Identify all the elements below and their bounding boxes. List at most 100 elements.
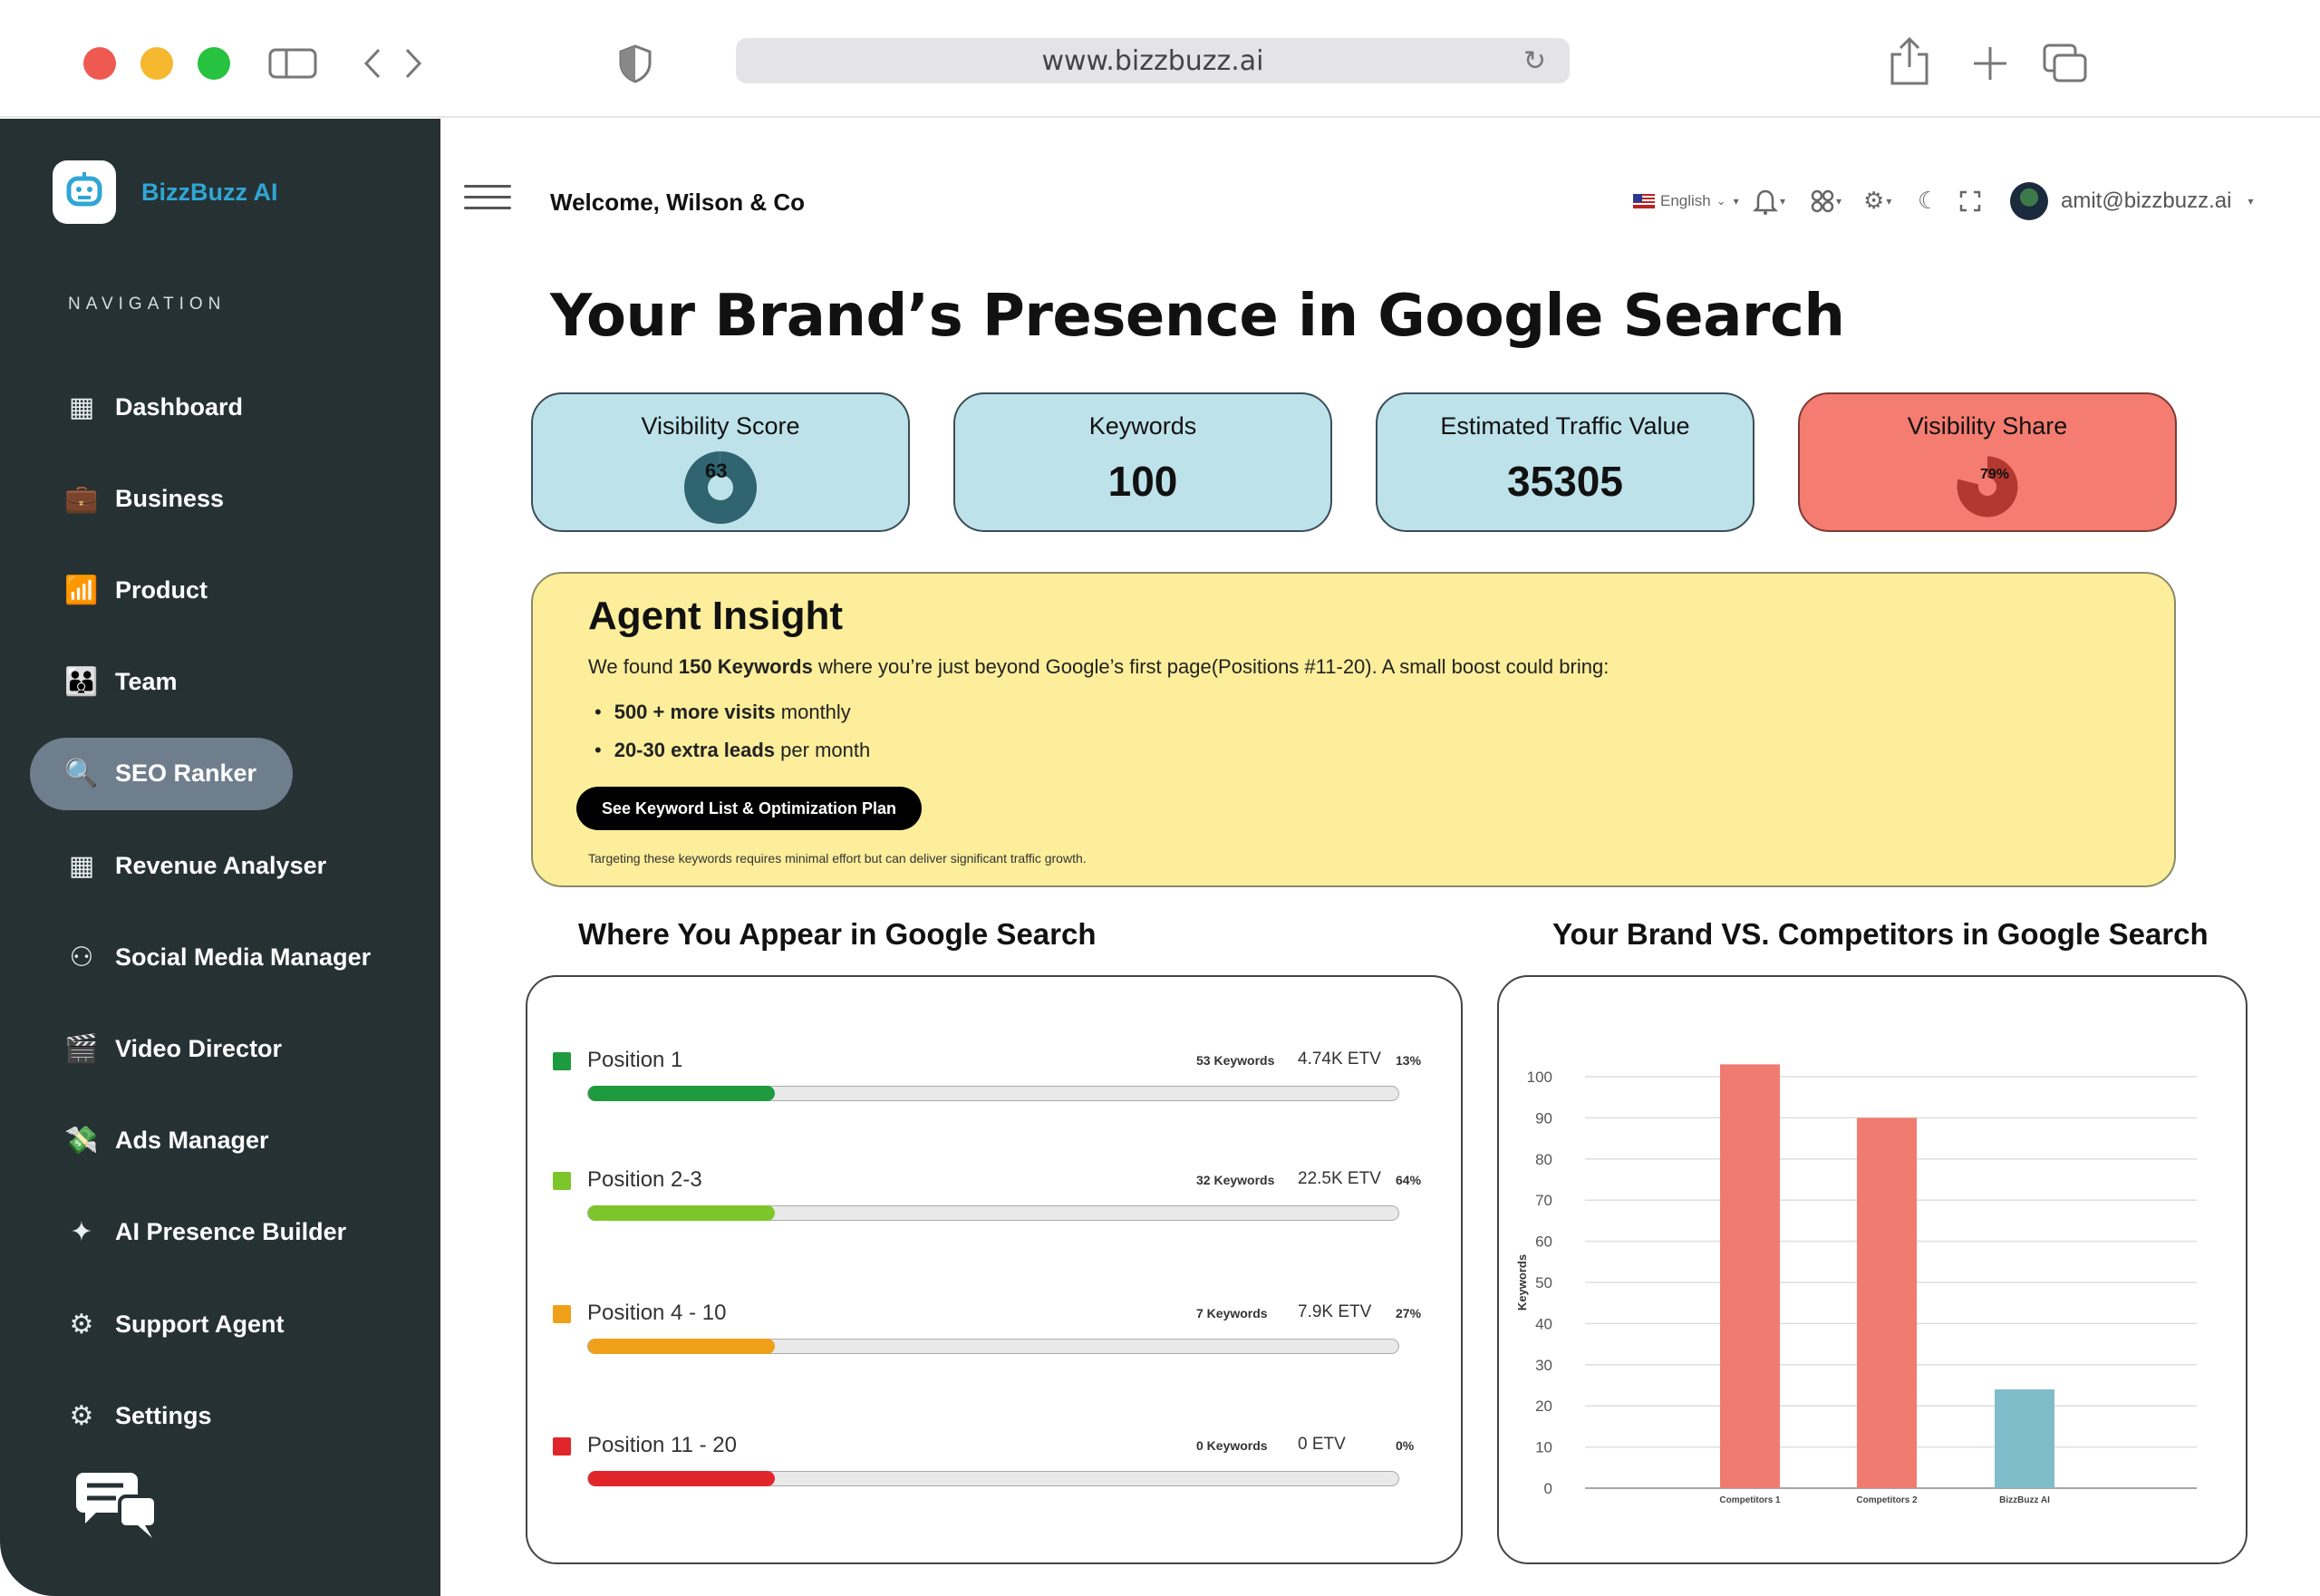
browser-toolbar: www.bizzbuzz.ai ↻ [0,0,2320,118]
visibility-score-card: Visibility Score 63 [531,392,910,532]
menu-toggle-button[interactable] [464,185,511,212]
share-icon[interactable] [1889,36,1930,87]
language-selector[interactable]: English ⌄ ▾ [1633,181,1739,221]
minimize-window-button[interactable] [140,47,173,80]
position-label: Position 2-3 [587,1167,702,1192]
video-director-icon: 🎬 [64,1032,99,1065]
ai-sparkle-icon: ✦ [70,1216,93,1249]
position-label: Position 4 - 10 [587,1301,727,1325]
traffic-value: 35305 [1507,458,1623,505]
forward-icon[interactable] [403,47,423,80]
agent-insight-panel: Agent Insight We found 150 Keywords wher… [531,572,2176,887]
keyword-plan-button[interactable]: See Keyword List & Optimization Plan [576,787,923,830]
position-etv: 22.5K ETV [1298,1169,1381,1188]
position-row: Position 1 53 Keywords 4.74K ETV 13% [553,1048,1421,1111]
sidebar-item-label: Ads Manager [115,1127,269,1155]
keywords-card: Keywords 100 [953,392,1332,532]
sidebar-item-product[interactable]: 📶 Product [30,554,244,626]
fullscreen-icon [1959,190,1981,212]
position-keywords: 53 Keywords [1196,1053,1275,1068]
competitors-chart-panel: 0 10 20 30 40 50 60 70 80 90 100 Keywords Competitor… [1497,975,2248,1564]
seo-search-icon: 🔍 [64,758,99,790]
url-text: www.bizzbuzz.ai [1041,44,1264,77]
insight-lead-highlight: 150 Keywords [678,655,813,678]
list-item-highlight: 500 + more visits [614,701,776,723]
y-tick-label: 80 [1535,1151,1552,1168]
language-label: English [1660,192,1711,209]
settings-menu-button[interactable]: ⚙ ▾ [1863,181,1891,221]
sidebar-item-social-media-manager[interactable]: ⚇ Social Media Manager [30,921,407,993]
sidebar-item-settings[interactable]: ⚙ Settings [30,1379,248,1452]
competitors-title: Your Brand VS. Competitors in Google Sea… [1552,917,2209,951]
new-tab-icon[interactable] [1972,45,2008,82]
brand[interactable]: BizzBuzz AI [53,160,278,224]
caret-down-icon: ▾ [1886,195,1892,208]
position-keywords: 0 Keywords [1196,1438,1268,1453]
sidebar-item-team[interactable]: 👪 Team [30,646,214,719]
sidebar-item-seo-ranker[interactable]: 🔍 SEO Ranker [30,737,294,810]
keywords-value: 100 [1107,458,1178,505]
team-icon: 👪 [64,666,99,699]
sidebar-item-revenue-analyser[interactable]: ▦ Revenue Analyser [30,829,362,902]
sidebar-item-dashboard[interactable]: ▦ Dashboard [30,371,279,443]
sidebar-item-video-director[interactable]: 🎬 Video Director [30,1012,318,1085]
sidebar-item-support-agent[interactable]: ⚙ Support Agent [30,1288,320,1360]
sidebar-item-label: AI Presence Builder [115,1218,347,1246]
sidebar-item-label: Social Media Manager [115,943,372,971]
user-menu[interactable]: amit@bizzbuzz.ai ▾ [2010,181,2253,221]
caret-down-icon: ▾ [2248,195,2254,208]
x-tick-label: BizzBuzz AI [1999,1495,2050,1505]
visibility-share-value: 79% [1980,467,2010,482]
notifications-button[interactable]: ▾ [1753,181,1785,221]
us-flag-icon [1633,194,1655,208]
positions-panel: Position 1 53 Keywords 4.74K ETV 13% Positio… [526,975,1463,1564]
close-window-button[interactable] [83,47,116,80]
x-tick-label: Competitors 1 [1719,1495,1781,1505]
y-tick-label: 70 [1535,1192,1552,1209]
robot-logo-icon [66,172,102,207]
sidebar-item-business[interactable]: 💼 Business [30,462,260,535]
position-etv: 0 ETV [1298,1435,1346,1454]
page-title: Your Brand’s Presence in Google Search [550,283,1845,350]
kpi-title: Visibility Score [641,412,800,440]
y-tick-label: 0 [1544,1480,1552,1497]
position-row: Position 2-3 32 Keywords 22.5K ETV 64% [553,1167,1421,1231]
position-percent: 13% [1396,1053,1422,1068]
positions-title: Where You Appear in Google Search [578,917,1097,951]
position-progress-track [587,1205,1399,1221]
competitors-bar-chart: 0 10 20 30 40 50 60 70 80 90 100 Keywords Competitor… [1515,1064,2197,1505]
ads-icon: 💸 [64,1125,99,1157]
back-icon[interactable] [362,47,382,80]
sidebar-item-ads-manager[interactable]: 💸 Ads Manager [30,1105,305,1177]
sidebar-item-label: Video Director [115,1034,283,1062]
insight-lead: We found 150 Keywords where you’re just … [588,655,1609,679]
y-tick-label: 90 [1535,1109,1552,1127]
position-progress-track [587,1339,1399,1354]
user-email: amit@bizzbuzz.ai [2061,189,2232,213]
sidebar-item-ai-presence-builder[interactable]: ✦ AI Presence Builder [30,1196,382,1269]
y-tick-label: 30 [1535,1357,1552,1374]
dark-mode-toggle[interactable]: ☾ [1918,181,1938,221]
caret-down-icon: ▾ [1836,195,1842,208]
chat-icon[interactable] [72,1469,160,1542]
maximize-window-button[interactable] [198,47,230,80]
visibility-share-card: Visibility Share 79% [1798,392,2177,532]
sidebar-item-label: Dashboard [115,392,244,421]
list-item: 500 + more visits monthly [594,701,870,724]
position-percent: 27% [1396,1306,1422,1320]
position-etv: 7.9K ETV [1298,1302,1372,1321]
dashboard-icon: ▦ [68,391,95,423]
insight-note: Targeting these keywords requires minima… [588,851,1087,866]
insight-list: 500 + more visits monthly 20-30 extra le… [594,701,871,777]
reload-icon[interactable]: ↻ [1523,45,1546,77]
fullscreen-button[interactable] [1959,181,1981,221]
shield-icon[interactable] [618,44,652,83]
sidebar-toggle-icon[interactable] [268,48,317,79]
sidebar-item-label: Team [115,668,178,696]
growth-chart-icon: 📶 [64,574,99,606]
tab-overview-icon[interactable] [2043,44,2088,83]
sidebar: BizzBuzz AI NAVIGATION ▦ Dashboard 💼 Busine… [0,119,440,1596]
welcome-message: Welcome, Wilson & Co [550,189,805,216]
apps-button[interactable]: ▾ [1811,181,1842,221]
address-bar[interactable]: www.bizzbuzz.ai ↻ [736,38,1570,83]
